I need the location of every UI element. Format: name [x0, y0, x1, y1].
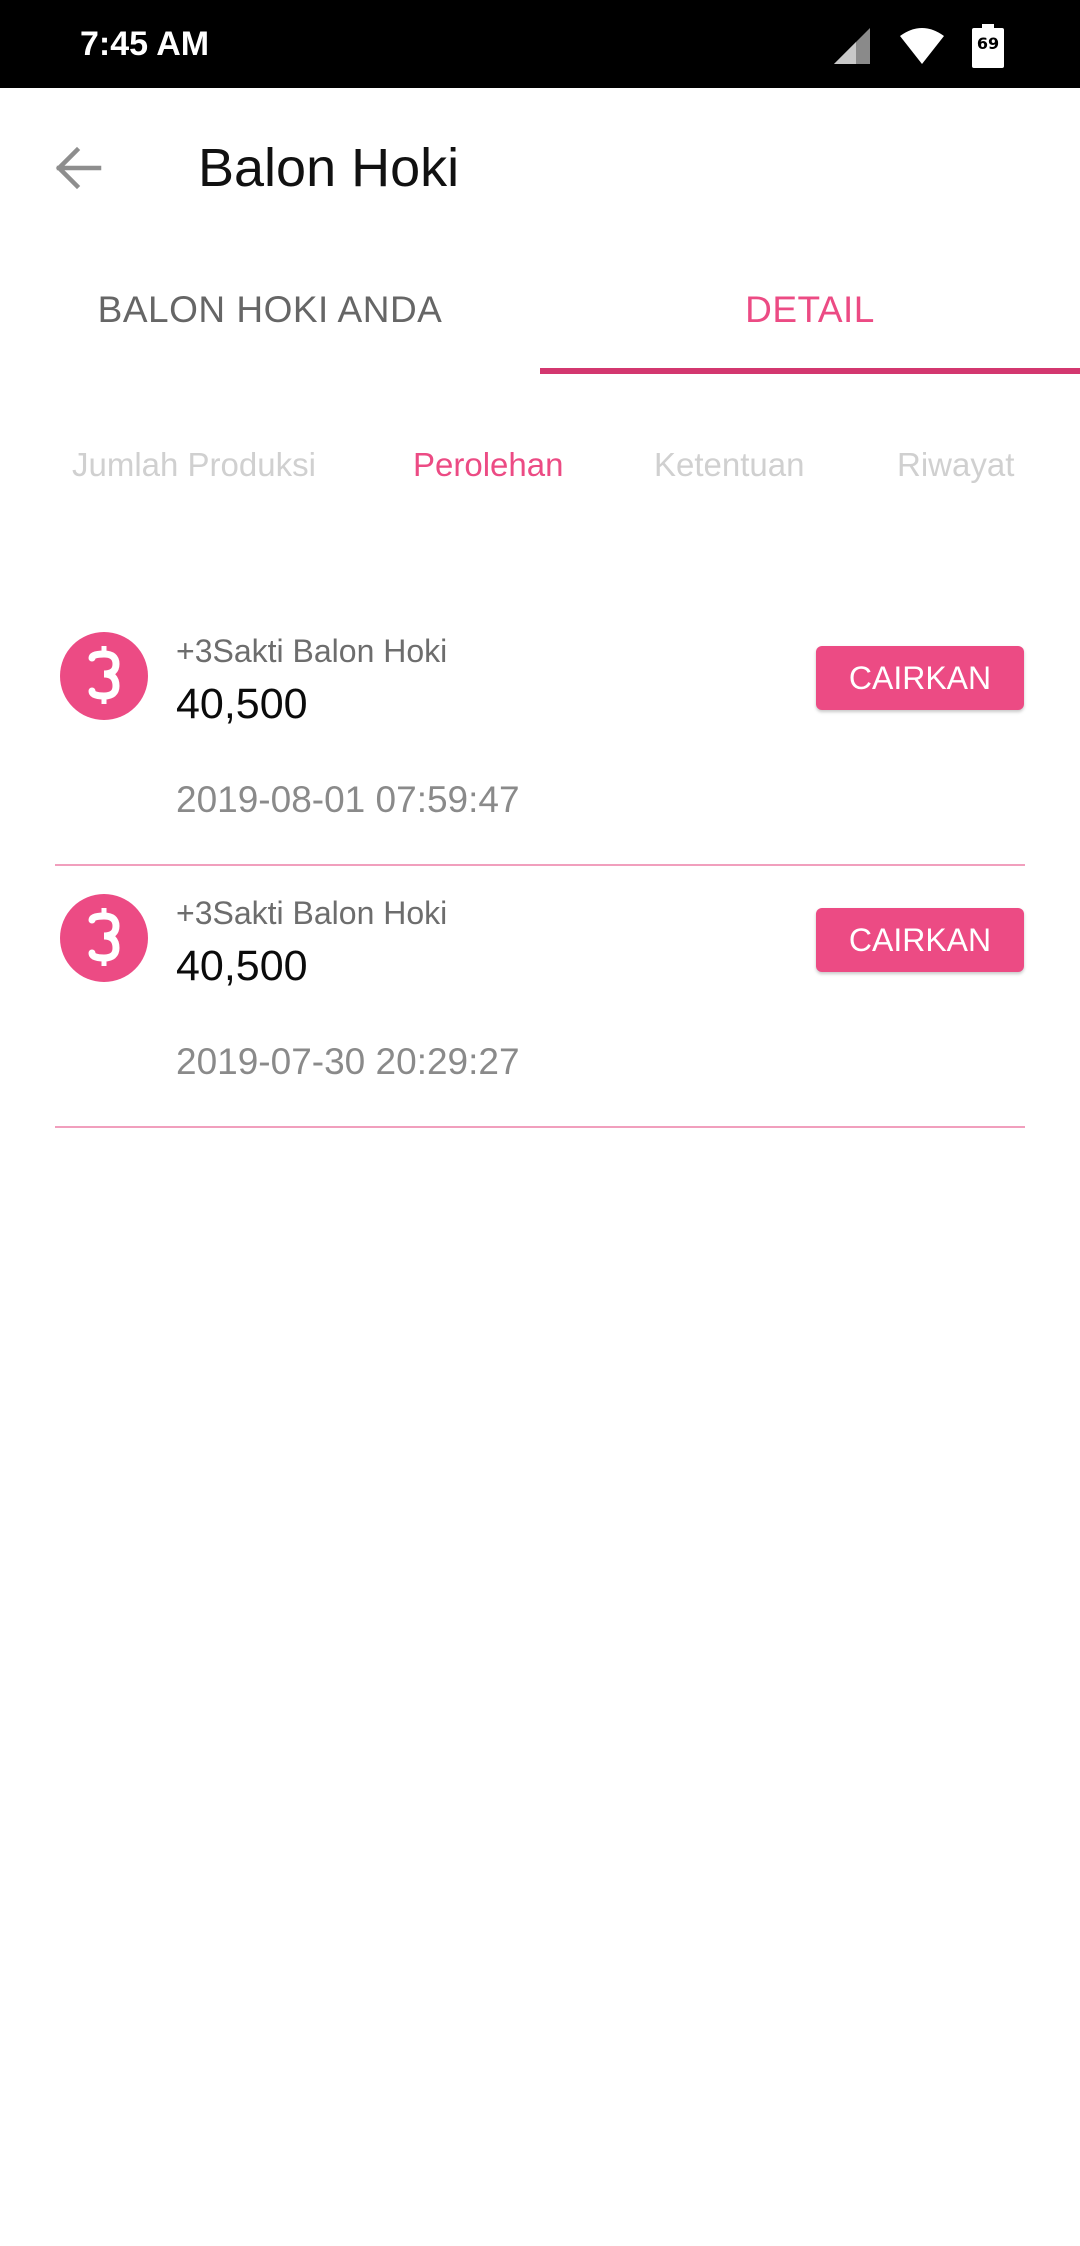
item-date: 2019-08-01 07:59:47	[176, 779, 520, 820]
tab-balon-hoki-anda[interactable]: BALON HOKI ANDA	[0, 248, 540, 372]
divider	[55, 1126, 1025, 1128]
arrow-left-icon	[55, 146, 102, 190]
coin-icon	[60, 632, 148, 720]
status-time: 7:45 AM	[80, 25, 210, 63]
battery-level: 69	[976, 34, 1000, 53]
battery-icon: 69	[972, 24, 1004, 68]
subtab-bar: Jumlah Produksi Perolehan Ketentuan Riwa…	[0, 430, 1080, 500]
subtab-riwayat[interactable]: Riwayat	[897, 430, 1014, 500]
status-icons: 69	[832, 24, 1004, 68]
tab-bar: BALON HOKI ANDA DETAIL	[0, 248, 1080, 376]
tab-detail[interactable]: DETAIL	[540, 248, 1080, 372]
subtab-perolehan[interactable]: Perolehan	[413, 430, 563, 500]
cellular-signal-icon	[834, 28, 870, 64]
item-date: 2019-07-30 20:29:27	[176, 1041, 520, 1082]
wifi-icon	[900, 28, 944, 64]
item-title: +3Sakti Balon Hoki	[176, 895, 448, 931]
cairkan-button[interactable]: CAIRKAN	[816, 908, 1024, 972]
cairkan-button[interactable]: CAIRKAN	[816, 646, 1024, 710]
subtab-ketentuan[interactable]: Ketentuan	[654, 430, 804, 500]
app-bar: Balon Hoki	[0, 88, 1080, 248]
subtab-jumlah-produksi[interactable]: Jumlah Produksi	[72, 430, 316, 500]
item-amount: 40,500	[176, 680, 308, 728]
back-button[interactable]	[48, 138, 108, 198]
tab-indicator	[540, 368, 1080, 374]
status-bar: 7:45 AM 69	[0, 0, 1080, 88]
page-title: Balon Hoki	[198, 138, 460, 198]
item-title: +3Sakti Balon Hoki	[176, 633, 448, 669]
coin-icon	[60, 894, 148, 982]
item-amount: 40,500	[176, 942, 308, 990]
list-item: +3Sakti Balon Hoki 40,500 2019-08-01 07:…	[0, 600, 1080, 866]
list-item: +3Sakti Balon Hoki 40,500 2019-07-30 20:…	[0, 862, 1080, 1128]
